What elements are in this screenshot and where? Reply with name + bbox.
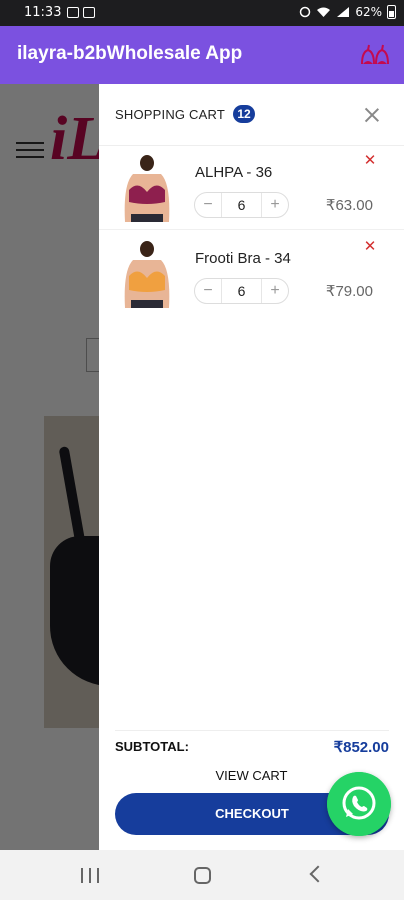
subtotal-row: SUBTOTAL: ₹852.00 [115, 730, 389, 756]
bra-icon[interactable] [360, 44, 390, 66]
subtotal-value: ₹852.00 [333, 739, 389, 756]
status-bar: 11:33 62% [0, 0, 404, 26]
status-left-icons [67, 7, 95, 18]
cart-drawer: SHOPPING CART 12 ALHPA - 36 ✕ − 6 + ₹63.… [99, 84, 404, 850]
quantity-value[interactable]: 6 [221, 279, 262, 303]
remove-item-icon[interactable]: ✕ [363, 239, 377, 254]
item-price: ₹63.00 [325, 197, 373, 214]
battery-icon [387, 5, 396, 19]
decrement-button[interactable]: − [195, 193, 221, 217]
wifi-icon [317, 7, 331, 17]
signal-icon [337, 7, 350, 17]
close-icon[interactable] [361, 104, 383, 126]
cart-title: SHOPPING CART [115, 107, 225, 122]
cart-item: ALHPA - 36 ✕ − 6 + ₹63.00 [99, 146, 404, 230]
remove-item-icon[interactable]: ✕ [363, 153, 377, 168]
app-title: ilayra-b2bWholesale App [17, 43, 243, 64]
status-time: 11:33 [24, 5, 62, 20]
alarm-icon [300, 6, 311, 18]
image-icon [67, 7, 79, 18]
decrement-button[interactable]: − [195, 279, 221, 303]
cart-count-badge: 12 [233, 105, 255, 123]
item-name[interactable]: ALHPA - 36 [195, 164, 272, 181]
whatsapp-icon[interactable] [327, 772, 391, 836]
quantity-stepper: − 6 + [194, 192, 289, 218]
system-nav-bar [0, 850, 404, 900]
status-right-icons: 62% [299, 5, 396, 19]
battery-percent: 62% [355, 5, 382, 19]
product-image[interactable] [113, 154, 181, 222]
message-icon [83, 7, 95, 18]
quantity-value[interactable]: 6 [221, 193, 262, 217]
home-icon[interactable] [194, 867, 211, 884]
item-price: ₹79.00 [325, 283, 373, 300]
subtotal-label: SUBTOTAL: [115, 739, 189, 754]
increment-button[interactable]: + [262, 279, 288, 303]
product-image[interactable] [113, 240, 181, 308]
back-icon[interactable] [309, 865, 327, 883]
recent-apps-icon[interactable] [81, 868, 99, 883]
quantity-stepper: − 6 + [194, 278, 289, 304]
cart-item: Frooti Bra - 34 ✕ − 6 + ₹79.00 [99, 232, 404, 316]
app-bar: ilayra-b2bWholesale App [0, 26, 404, 84]
increment-button[interactable]: + [262, 193, 288, 217]
cart-header: SHOPPING CART 12 [99, 84, 404, 146]
item-name[interactable]: Frooti Bra - 34 [195, 250, 291, 267]
